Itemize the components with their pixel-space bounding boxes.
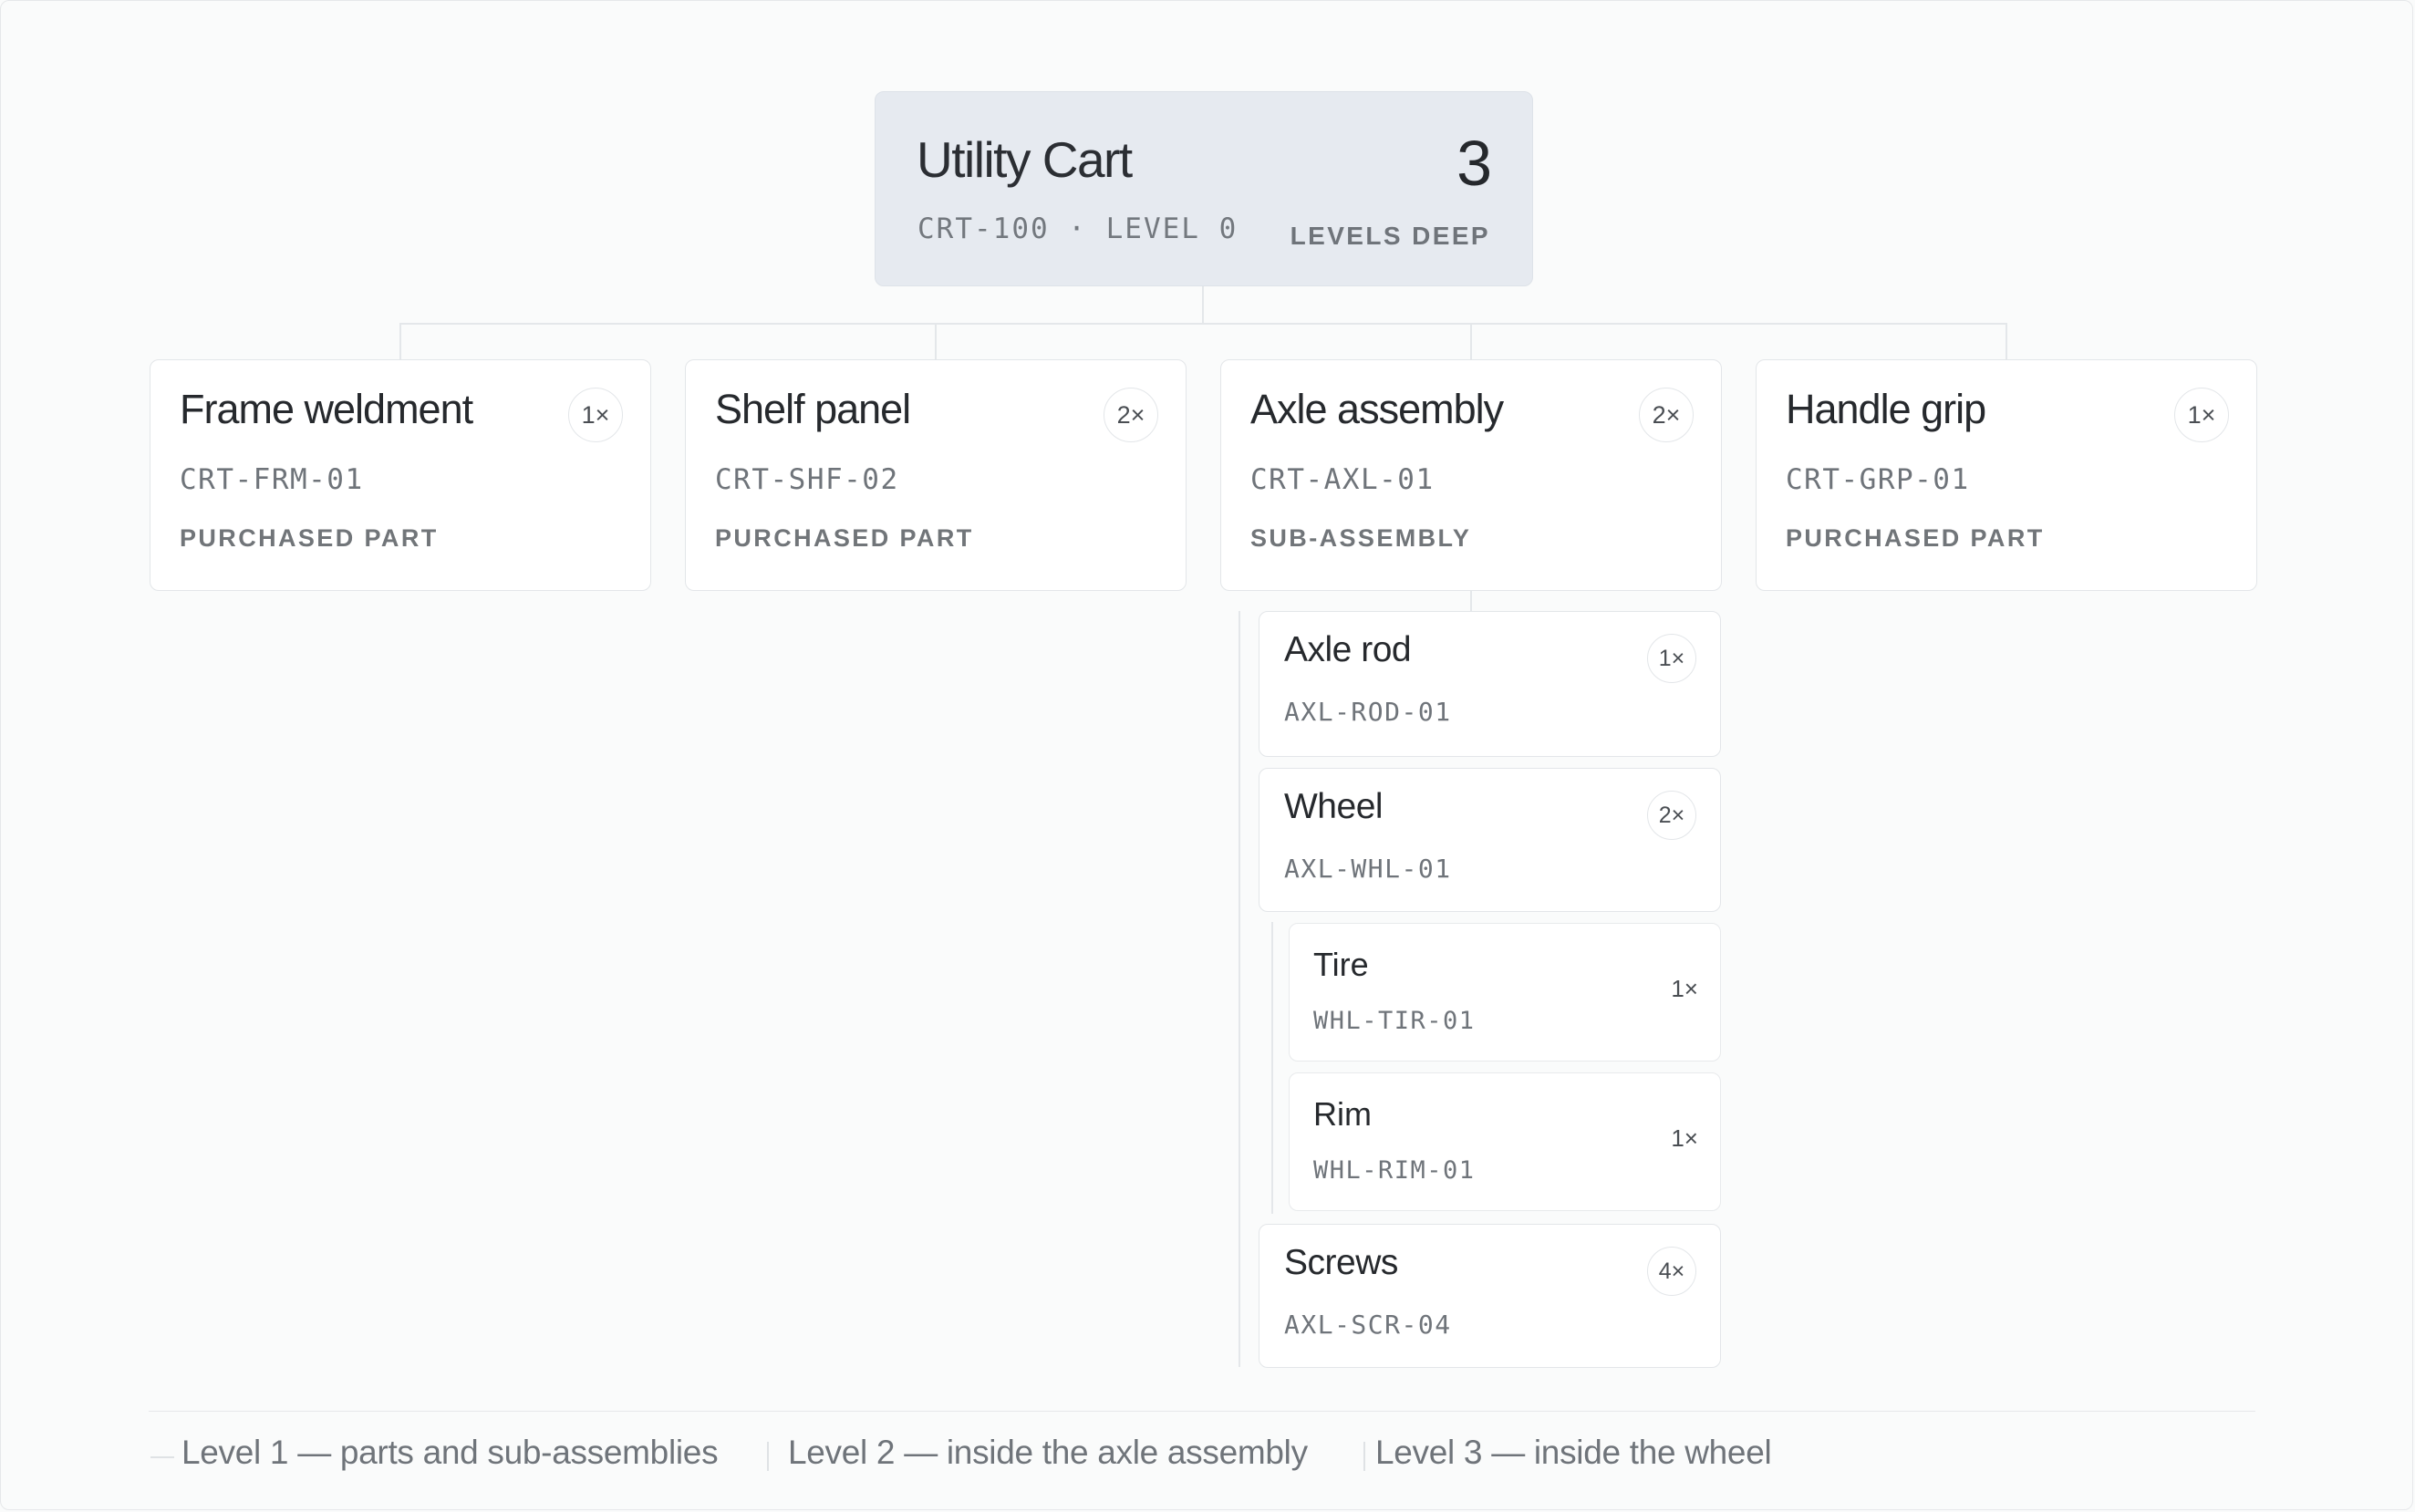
bom-tree-canvas: Utility Cart CRT-100 · LEVEL 0 3 LEVELS … bbox=[0, 0, 2413, 1510]
root-name: Utility Cart bbox=[917, 131, 1133, 188]
handle-drop-connector bbox=[2006, 323, 2007, 359]
legend-level1: Level 1 — parts and sub-assemblies bbox=[181, 1434, 719, 1471]
legend-divider bbox=[149, 1411, 2255, 1412]
part-name: Axle assembly bbox=[1250, 386, 1504, 432]
part-code: CRT-SHF-02 bbox=[715, 463, 899, 496]
axle-children-stem bbox=[1470, 591, 1472, 611]
part-name: Wheel bbox=[1284, 787, 1384, 826]
part-card-rim[interactable]: Rim 1× WHL-RIM-01 bbox=[1289, 1072, 1721, 1211]
legend-level2: Level 2 — inside the axle assembly bbox=[788, 1434, 1308, 1471]
legend-level3: Level 3 — inside the wheel bbox=[1375, 1434, 1772, 1471]
quantity-label: 1× bbox=[1671, 1124, 1698, 1152]
part-name: Tire bbox=[1313, 946, 1369, 983]
root-assembly-card[interactable]: Utility Cart CRT-100 · LEVEL 0 3 LEVELS … bbox=[875, 91, 1533, 286]
part-code: CRT-GRP-01 bbox=[1786, 463, 1970, 496]
quantity-badge: 4× bbox=[1647, 1247, 1696, 1296]
level1-bus-connector bbox=[399, 323, 2007, 325]
legend-swatch-level3 bbox=[1363, 1442, 1365, 1471]
part-kind: PURCHASED PART bbox=[715, 524, 974, 552]
part-card-wheel[interactable]: Wheel 2× AXL-WHL-01 bbox=[1259, 768, 1721, 912]
part-card-tire[interactable]: Tire 1× WHL-TIR-01 bbox=[1289, 923, 1721, 1062]
axle-drop-connector bbox=[1470, 323, 1472, 359]
part-name: Rim bbox=[1313, 1095, 1372, 1133]
part-card-screws[interactable]: Screws 4× AXL-SCR-04 bbox=[1259, 1224, 1721, 1368]
part-card-axle-assembly[interactable]: Axle assembly 2× CRT-AXL-01 SUB-ASSEMBLY bbox=[1220, 359, 1722, 591]
part-code: AXL-ROD-01 bbox=[1284, 697, 1452, 727]
part-code: WHL-RIM-01 bbox=[1313, 1156, 1476, 1185]
part-name: Screws bbox=[1284, 1243, 1398, 1282]
quantity-label: 1× bbox=[1671, 975, 1698, 1002]
quantity-badge: 1× bbox=[1647, 634, 1696, 683]
quantity-badge: 1× bbox=[2174, 388, 2229, 442]
part-card-axle-rod[interactable]: Axle rod 1× AXL-ROD-01 bbox=[1259, 611, 1721, 757]
part-code: WHL-TIR-01 bbox=[1313, 1007, 1476, 1035]
legend-swatch-level1 bbox=[150, 1456, 174, 1458]
part-code: AXL-WHL-01 bbox=[1284, 854, 1452, 884]
root-stem-connector bbox=[1202, 286, 1204, 323]
part-code: CRT-FRM-01 bbox=[180, 463, 364, 496]
axle-children-rail bbox=[1239, 611, 1240, 1367]
levels-label: LEVELS DEEP bbox=[1290, 222, 1490, 250]
quantity-badge: 2× bbox=[1104, 388, 1158, 442]
legend-swatch-level2 bbox=[767, 1442, 769, 1471]
part-kind: SUB-ASSEMBLY bbox=[1250, 524, 1472, 552]
part-name: Handle grip bbox=[1786, 386, 1986, 432]
part-kind: PURCHASED PART bbox=[180, 524, 439, 552]
quantity-badge: 2× bbox=[1639, 388, 1694, 442]
quantity-badge: 2× bbox=[1647, 791, 1696, 840]
root-code: CRT-100 · LEVEL 0 bbox=[917, 212, 1239, 245]
levels-count: 3 bbox=[1456, 128, 1492, 199]
part-code: CRT-AXL-01 bbox=[1250, 463, 1435, 496]
part-card-shelf-panel[interactable]: Shelf panel 2× CRT-SHF-02 PURCHASED PART bbox=[685, 359, 1187, 591]
shelf-drop-connector bbox=[935, 323, 937, 359]
part-name: Axle rod bbox=[1284, 630, 1412, 669]
part-card-handle-grip[interactable]: Handle grip 1× CRT-GRP-01 PURCHASED PART bbox=[1756, 359, 2257, 591]
part-name: Frame weldment bbox=[180, 386, 473, 432]
wheel-children-rail bbox=[1271, 922, 1273, 1214]
part-name: Shelf panel bbox=[715, 386, 911, 432]
quantity-badge: 1× bbox=[568, 388, 623, 442]
part-code: AXL-SCR-04 bbox=[1284, 1310, 1452, 1340]
frame-drop-connector bbox=[399, 323, 401, 359]
part-kind: PURCHASED PART bbox=[1786, 524, 2045, 552]
part-card-frame-weldment[interactable]: Frame weldment 1× CRT-FRM-01 PURCHASED P… bbox=[150, 359, 651, 591]
